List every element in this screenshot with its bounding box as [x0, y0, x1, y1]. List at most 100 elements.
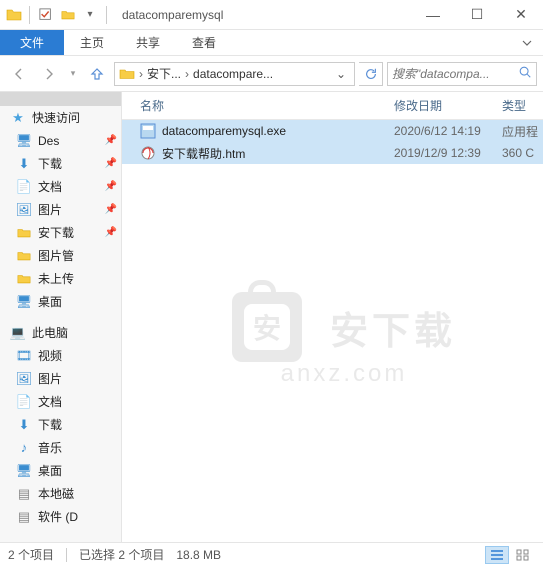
- breadcrumb-item[interactable]: datacompare...: [193, 67, 273, 81]
- folder-icon: [16, 271, 32, 287]
- watermark: 安 安下载 anxz.com: [232, 292, 456, 388]
- sidebar-item[interactable]: ⬇下载: [0, 413, 121, 436]
- column-type[interactable]: 类型: [502, 97, 543, 114]
- statusbar: 2 个项目 已选择 2 个项目 18.8 MB: [0, 542, 543, 566]
- recent-dropdown-icon[interactable]: ▾: [66, 61, 80, 87]
- status-selection: 已选择 2 个项目: [79, 546, 164, 563]
- desktop-icon: 🖥: [16, 133, 32, 149]
- folder-icon: [6, 7, 22, 23]
- up-button[interactable]: [84, 61, 110, 87]
- breadcrumb-dropdown-icon[interactable]: ⌄: [332, 67, 350, 81]
- sidebar-label: 桌面: [38, 462, 62, 479]
- sidebar-label: 音乐: [38, 439, 62, 456]
- music-icon: ♪: [16, 440, 32, 456]
- document-icon: 📄: [16, 394, 32, 410]
- desktop-icon: 🖥: [16, 463, 32, 479]
- sidebar-label: 视频: [38, 347, 62, 364]
- folder-icon: [16, 225, 32, 241]
- column-date[interactable]: 修改日期: [394, 97, 502, 114]
- chevron-right-icon[interactable]: ›: [183, 67, 191, 81]
- sidebar-item[interactable]: 安下载📌: [0, 221, 121, 244]
- navigation-bar: ▾ › 安下... › datacompare... ⌄: [0, 56, 543, 92]
- sidebar-item[interactable]: 🖼图片: [0, 367, 121, 390]
- picture-icon: 🖼: [16, 202, 32, 218]
- sidebar-item[interactable]: 📄文档📌: [0, 175, 121, 198]
- file-row[interactable]: datacomparemysql.exe 2020/6/12 14:19 应用程: [122, 120, 543, 142]
- sidebar-label: 桌面: [38, 293, 62, 310]
- sidebar-label: 下载: [38, 155, 62, 172]
- sidebar: ★ 快速访问 🖥Des📌 ⬇下载📌 📄文档📌 🖼图片📌 安下载📌 图片管 未上传…: [0, 92, 122, 542]
- file-type: 360 C: [502, 146, 543, 160]
- details-view-button[interactable]: [485, 546, 509, 564]
- tab-home[interactable]: 主页: [64, 30, 120, 55]
- scrollbar-thumb[interactable]: [0, 92, 121, 106]
- file-row[interactable]: 安下载帮助.htm 2019/12/9 12:39 360 C: [122, 142, 543, 164]
- sidebar-label: 本地磁: [38, 485, 74, 502]
- pin-icon: 📌: [105, 135, 121, 146]
- breadcrumb-item[interactable]: 安下...: [147, 65, 181, 82]
- file-date: 2020/6/12 14:19: [394, 124, 502, 138]
- sidebar-item[interactable]: 🖥 桌面: [0, 459, 121, 482]
- sidebar-item[interactable]: 🖥Des📌: [0, 129, 121, 152]
- file-date: 2019/12/9 12:39: [394, 146, 502, 160]
- close-button[interactable]: ✕: [499, 0, 543, 30]
- folder-icon: [16, 248, 32, 264]
- sidebar-item[interactable]: ♪ 音乐: [0, 436, 121, 459]
- download-icon: ⬇: [16, 156, 32, 172]
- star-icon: ★: [10, 110, 26, 126]
- folder-small-icon[interactable]: [59, 6, 77, 24]
- sidebar-quick-access[interactable]: ★ 快速访问: [0, 106, 121, 129]
- exe-icon: [140, 123, 156, 139]
- quick-access-toolbar: ▾ datacomparemysql: [0, 6, 223, 24]
- sidebar-label: 下载: [38, 416, 62, 433]
- sidebar-item[interactable]: ▤本地磁: [0, 482, 121, 505]
- chevron-right-icon[interactable]: ›: [137, 67, 145, 81]
- dropdown-icon[interactable]: ▾: [81, 6, 99, 24]
- sidebar-item[interactable]: 📄文档: [0, 390, 121, 413]
- sidebar-label: 图片管: [38, 247, 74, 264]
- ribbon-expand-icon[interactable]: [511, 30, 543, 55]
- minimize-button[interactable]: —: [411, 0, 455, 30]
- document-icon: 📄: [16, 179, 32, 195]
- sidebar-item[interactable]: 🖥 桌面: [0, 290, 121, 313]
- sidebar-this-pc[interactable]: 💻 此电脑: [0, 321, 121, 344]
- drive-icon: ▤: [16, 509, 32, 525]
- main-area: ★ 快速访问 🖥Des📌 ⬇下载📌 📄文档📌 🖼图片📌 安下载📌 图片管 未上传…: [0, 92, 543, 542]
- separator: [29, 6, 30, 24]
- search-box[interactable]: [387, 62, 537, 86]
- window-title: datacomparemysql: [114, 8, 223, 22]
- refresh-button[interactable]: [359, 62, 383, 86]
- sidebar-item[interactable]: 图片管: [0, 244, 121, 267]
- forward-button[interactable]: [36, 61, 62, 87]
- column-headers: 名称 修改日期 类型: [122, 92, 543, 120]
- checkbox-icon[interactable]: [37, 6, 55, 24]
- maximize-button[interactable]: ☐: [455, 0, 499, 30]
- breadcrumb[interactable]: › 安下... › datacompare... ⌄: [114, 62, 355, 86]
- icons-view-button[interactable]: [511, 546, 535, 564]
- back-button[interactable]: [6, 61, 32, 87]
- sidebar-item[interactable]: ⬇ 下载 📌: [0, 152, 121, 175]
- sidebar-item[interactable]: 🖼图片📌: [0, 198, 121, 221]
- file-type: 应用程: [502, 123, 543, 140]
- htm-icon: [140, 145, 156, 161]
- sidebar-label: 此电脑: [32, 324, 68, 341]
- sidebar-item[interactable]: 🎞视频: [0, 344, 121, 367]
- tab-view[interactable]: 查看: [176, 30, 232, 55]
- sidebar-label: 快速访问: [32, 109, 80, 126]
- search-icon[interactable]: [518, 65, 532, 82]
- status-size: 18.8 MB: [176, 548, 221, 562]
- sidebar-item[interactable]: 未上传: [0, 267, 121, 290]
- tab-share[interactable]: 共享: [120, 30, 176, 55]
- desktop-icon: 🖥: [16, 294, 32, 310]
- pin-icon: 📌: [105, 158, 121, 169]
- watermark-logo-icon: 安: [232, 292, 302, 362]
- search-input[interactable]: [392, 67, 518, 81]
- sidebar-label: 图片: [38, 370, 62, 387]
- file-name: datacomparemysql.exe: [162, 124, 394, 138]
- tab-file[interactable]: 文件: [0, 30, 64, 55]
- file-pane: 名称 修改日期 类型 datacomparemysql.exe 2020/6/1…: [122, 92, 543, 542]
- sidebar-item[interactable]: ▤软件 (D: [0, 505, 121, 528]
- separator: [106, 6, 107, 24]
- status-item-count: 2 个项目: [8, 546, 54, 563]
- column-name[interactable]: 名称: [140, 97, 394, 114]
